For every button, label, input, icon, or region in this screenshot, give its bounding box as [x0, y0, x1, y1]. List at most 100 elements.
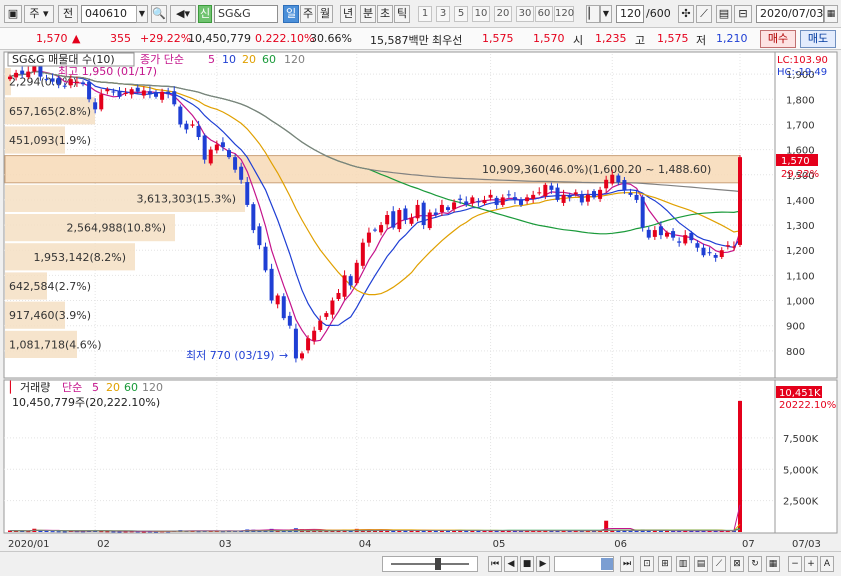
window-icon[interactable]: ▣: [4, 5, 22, 23]
period-week[interactable]: 주: [300, 5, 316, 23]
candle-body: [652, 230, 657, 237]
scroll-thumb[interactable]: [601, 558, 613, 570]
candle-body: [56, 77, 61, 85]
candle-body: [306, 338, 311, 351]
first-icon[interactable]: ⏮: [488, 556, 502, 572]
stock-chart[interactable]: 2,294(0.0%)657,165(2.8%)451,093(1.9%)10,…: [0, 50, 841, 551]
prev-icon[interactable]: ◀: [504, 556, 518, 572]
candle-body: [111, 91, 116, 93]
last-icon[interactable]: ⏭: [620, 556, 634, 572]
candle-body: [233, 157, 238, 170]
candle-body: [403, 208, 408, 221]
time-axis: [4, 534, 837, 550]
volume-profile-label: 2,564,988(10.8%): [66, 222, 166, 235]
period-second[interactable]: 초: [377, 5, 393, 23]
candle-body: [470, 197, 475, 204]
price-tick-label: 1,100: [786, 271, 815, 282]
price-tick-label: 800: [786, 347, 805, 358]
candle-body: [8, 76, 12, 80]
price-tick-label: 1,300: [786, 221, 815, 232]
candle-body: [26, 71, 31, 78]
lc-value: LC:103.90: [777, 55, 828, 66]
layout-icon[interactable]: ⊡: [640, 556, 654, 572]
chart-type-icon[interactable]: ⟋: [696, 5, 712, 23]
speaker-icon[interactable]: ◀▾: [170, 5, 196, 23]
next-icon[interactable]: ▶: [536, 556, 550, 572]
candle-body: [604, 179, 609, 189]
mode-select[interactable]: 주 ▾: [24, 5, 54, 23]
calendar-icon[interactable]: ▦: [824, 5, 838, 23]
interval-10[interactable]: 10: [472, 6, 490, 22]
cursor-dropdown-icon[interactable]: ▼: [600, 5, 612, 23]
view-total: /600: [646, 7, 671, 20]
candle-body: [105, 89, 110, 92]
candle-body: [658, 226, 663, 236]
period-month[interactable]: 월: [317, 5, 333, 23]
cursor-icon[interactable]: ▏: [586, 5, 600, 23]
candle-body: [147, 91, 152, 95]
volume-ma-5: 5: [92, 381, 99, 394]
view-count-input[interactable]: 120: [616, 5, 644, 23]
settings-icon[interactable]: ⊟: [734, 5, 752, 23]
candle-body: [488, 194, 493, 198]
zoom-slider-thumb[interactable]: [435, 558, 441, 570]
candle-body: [519, 199, 523, 205]
crosshair-icon[interactable]: ✣: [678, 5, 694, 23]
candle-body: [494, 197, 499, 205]
search-icon[interactable]: 🔍: [151, 5, 167, 23]
bar-chart-icon[interactable]: ▥: [676, 556, 690, 572]
grid-icon[interactable]: ▦: [766, 556, 780, 572]
interval-1[interactable]: 1: [418, 6, 432, 22]
stop-icon[interactable]: ■: [520, 556, 534, 572]
volume-tick-label: 2,500K: [783, 497, 819, 508]
candle-body: [634, 194, 639, 200]
fit-icon[interactable]: ⊠: [730, 556, 744, 572]
interval-20[interactable]: 20: [494, 6, 512, 22]
font-size-icon[interactable]: A: [820, 556, 834, 572]
candle-body: [184, 123, 189, 130]
candle-body: [257, 226, 262, 246]
volume-profile-label: 1,953,142(8.2%): [33, 251, 126, 264]
interval-30[interactable]: 30: [516, 6, 534, 22]
hc-value: HC:-19.49: [777, 67, 827, 78]
buy-button[interactable]: 매수: [760, 30, 796, 48]
refresh-icon[interactable]: ↻: [748, 556, 762, 572]
candle-body: [220, 142, 225, 148]
code-dropdown-icon[interactable]: ▼: [136, 5, 148, 23]
period-day[interactable]: 일: [283, 5, 299, 23]
interval-120[interactable]: 120: [554, 6, 574, 22]
compare-icon[interactable]: ⊞: [658, 556, 672, 572]
volume-bar: [62, 531, 67, 533]
zoom-slider[interactable]: [382, 556, 478, 572]
candle-body: [50, 78, 55, 82]
candle-body: [610, 174, 615, 184]
candle-body: [555, 187, 560, 200]
candle-body: [287, 315, 292, 326]
candle-body: [707, 252, 712, 254]
interval-60[interactable]: 60: [535, 6, 553, 22]
scroll-bar[interactable]: [554, 556, 614, 572]
candle-body: [275, 295, 280, 305]
last-volume-label: 10,451K: [779, 388, 821, 399]
date-input[interactable]: 2020/07/03: [756, 5, 824, 23]
candle-body: [433, 212, 438, 215]
zoom-out-icon[interactable]: −: [788, 556, 802, 572]
save-icon[interactable]: ▤: [716, 5, 732, 23]
period-tick[interactable]: 틱: [394, 5, 410, 23]
interval-5[interactable]: 5: [454, 6, 468, 22]
line-chart-icon[interactable]: ⟋: [712, 556, 726, 572]
candle-body: [227, 150, 231, 158]
candle-chart-icon[interactable]: ▤: [694, 556, 708, 572]
period-year[interactable]: 년: [340, 5, 356, 23]
sell-button[interactable]: 매도: [800, 30, 836, 48]
time-tick-label: 2020/01: [8, 539, 50, 550]
current-price-axis-label: 1,570: [781, 156, 810, 167]
market-select[interactable]: 전: [58, 5, 78, 23]
candle-body: [373, 229, 377, 231]
interval-3[interactable]: 3: [436, 6, 450, 22]
ma-legend-60: 60: [262, 53, 276, 66]
zoom-in-icon[interactable]: +: [804, 556, 818, 572]
period-minute[interactable]: 분: [360, 5, 376, 23]
volume: 10,450,779: [188, 32, 251, 45]
time-tick-label: 07/03: [792, 539, 821, 550]
